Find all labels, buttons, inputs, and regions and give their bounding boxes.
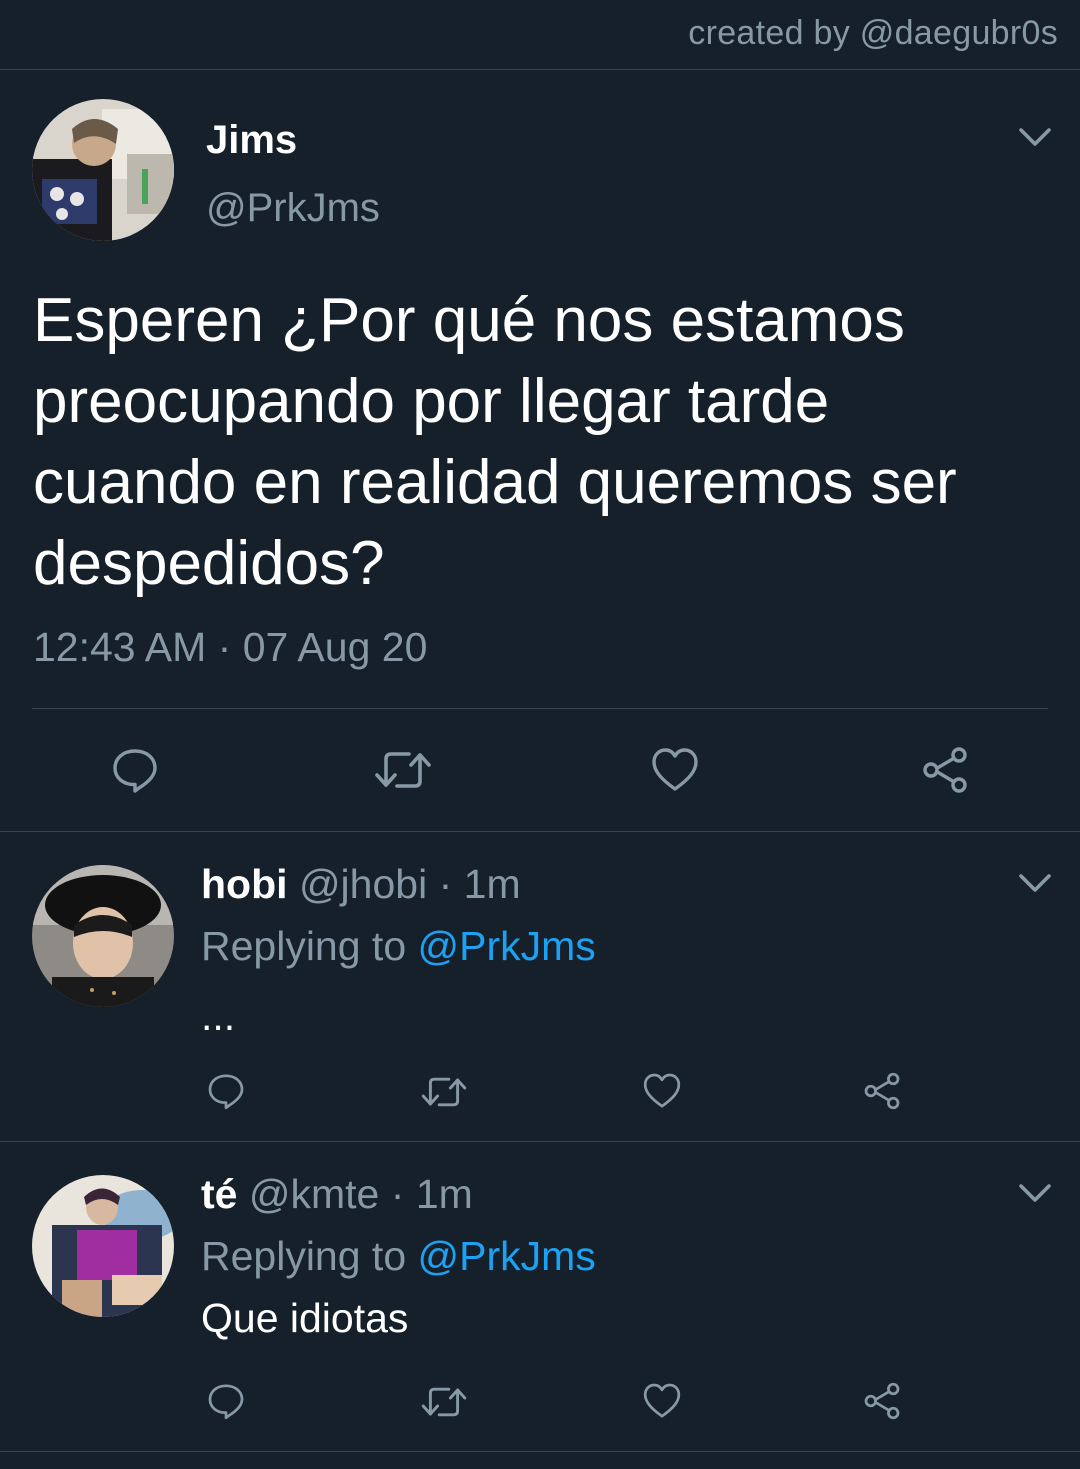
tweet-divider: [0, 1141, 1080, 1142]
retweet-icon[interactable]: [373, 745, 433, 795]
reply-text: ...: [201, 993, 236, 1039]
reply-separator: ·: [438, 861, 453, 907]
retweet-icon[interactable]: [420, 1382, 468, 1422]
credit-watermark: created by @daegubr0s: [688, 14, 1058, 52]
reply-header: té @kmte · 1m: [201, 1171, 473, 1218]
share-icon[interactable]: [862, 1071, 902, 1111]
mention-link[interactable]: @PrkJms: [418, 1233, 596, 1279]
reply-time: 1m: [463, 861, 521, 907]
avatar-photo: [32, 865, 174, 1007]
avatar-photo: [32, 1175, 174, 1317]
tweet-divider: [0, 831, 1080, 832]
share-icon[interactable]: [920, 745, 970, 795]
chevron-down-icon[interactable]: [1018, 126, 1052, 150]
avatar[interactable]: [32, 1175, 174, 1317]
replying-to-label: Replying to: [201, 1233, 407, 1279]
reply-author-name[interactable]: té: [201, 1171, 237, 1217]
tweet-divider: [0, 1451, 1080, 1452]
reply-author-handle[interactable]: @jhobi: [299, 861, 427, 907]
retweet-icon[interactable]: [420, 1072, 468, 1112]
like-icon[interactable]: [642, 1071, 682, 1111]
reply-separator: ·: [390, 1171, 405, 1217]
tweet-time: 12:43 AM: [33, 624, 207, 670]
avatar-photo: [32, 99, 174, 241]
tweet-date: 07 Aug 20: [242, 624, 428, 670]
reply-time: 1m: [415, 1171, 473, 1217]
reply-icon[interactable]: [110, 745, 160, 795]
chevron-down-icon[interactable]: [1018, 1182, 1052, 1206]
author-handle[interactable]: @PrkJms: [206, 186, 380, 231]
reply-author-handle[interactable]: @kmte: [249, 1171, 379, 1217]
action-bar-divider: [32, 708, 1048, 709]
top-divider: [0, 69, 1080, 70]
reply-text: Que idiotas: [201, 1295, 409, 1341]
avatar[interactable]: [32, 99, 174, 241]
replying-to: Replying to @PrkJms: [201, 1233, 596, 1280]
reply-header: hobi @jhobi · 1m: [201, 861, 521, 908]
reply-icon[interactable]: [206, 1071, 246, 1111]
tweet-text: Esperen ¿Por qué nos estamos preocupando…: [33, 286, 957, 598]
tweet-timestamp: 12:43 AM · 07 Aug 20: [33, 624, 427, 671]
chevron-down-icon[interactable]: [1018, 872, 1052, 896]
like-icon[interactable]: [642, 1381, 682, 1421]
mention-link[interactable]: @PrkJms: [418, 923, 596, 969]
replying-to-label: Replying to: [201, 923, 407, 969]
like-icon[interactable]: [650, 745, 700, 795]
share-icon[interactable]: [862, 1381, 902, 1421]
avatar[interactable]: [32, 865, 174, 1007]
timestamp-separator: ·: [217, 624, 232, 670]
reply-icon[interactable]: [206, 1381, 246, 1421]
reply-author-name[interactable]: hobi: [201, 861, 288, 907]
author-name[interactable]: Jims: [206, 118, 297, 163]
replying-to: Replying to @PrkJms: [201, 923, 596, 970]
